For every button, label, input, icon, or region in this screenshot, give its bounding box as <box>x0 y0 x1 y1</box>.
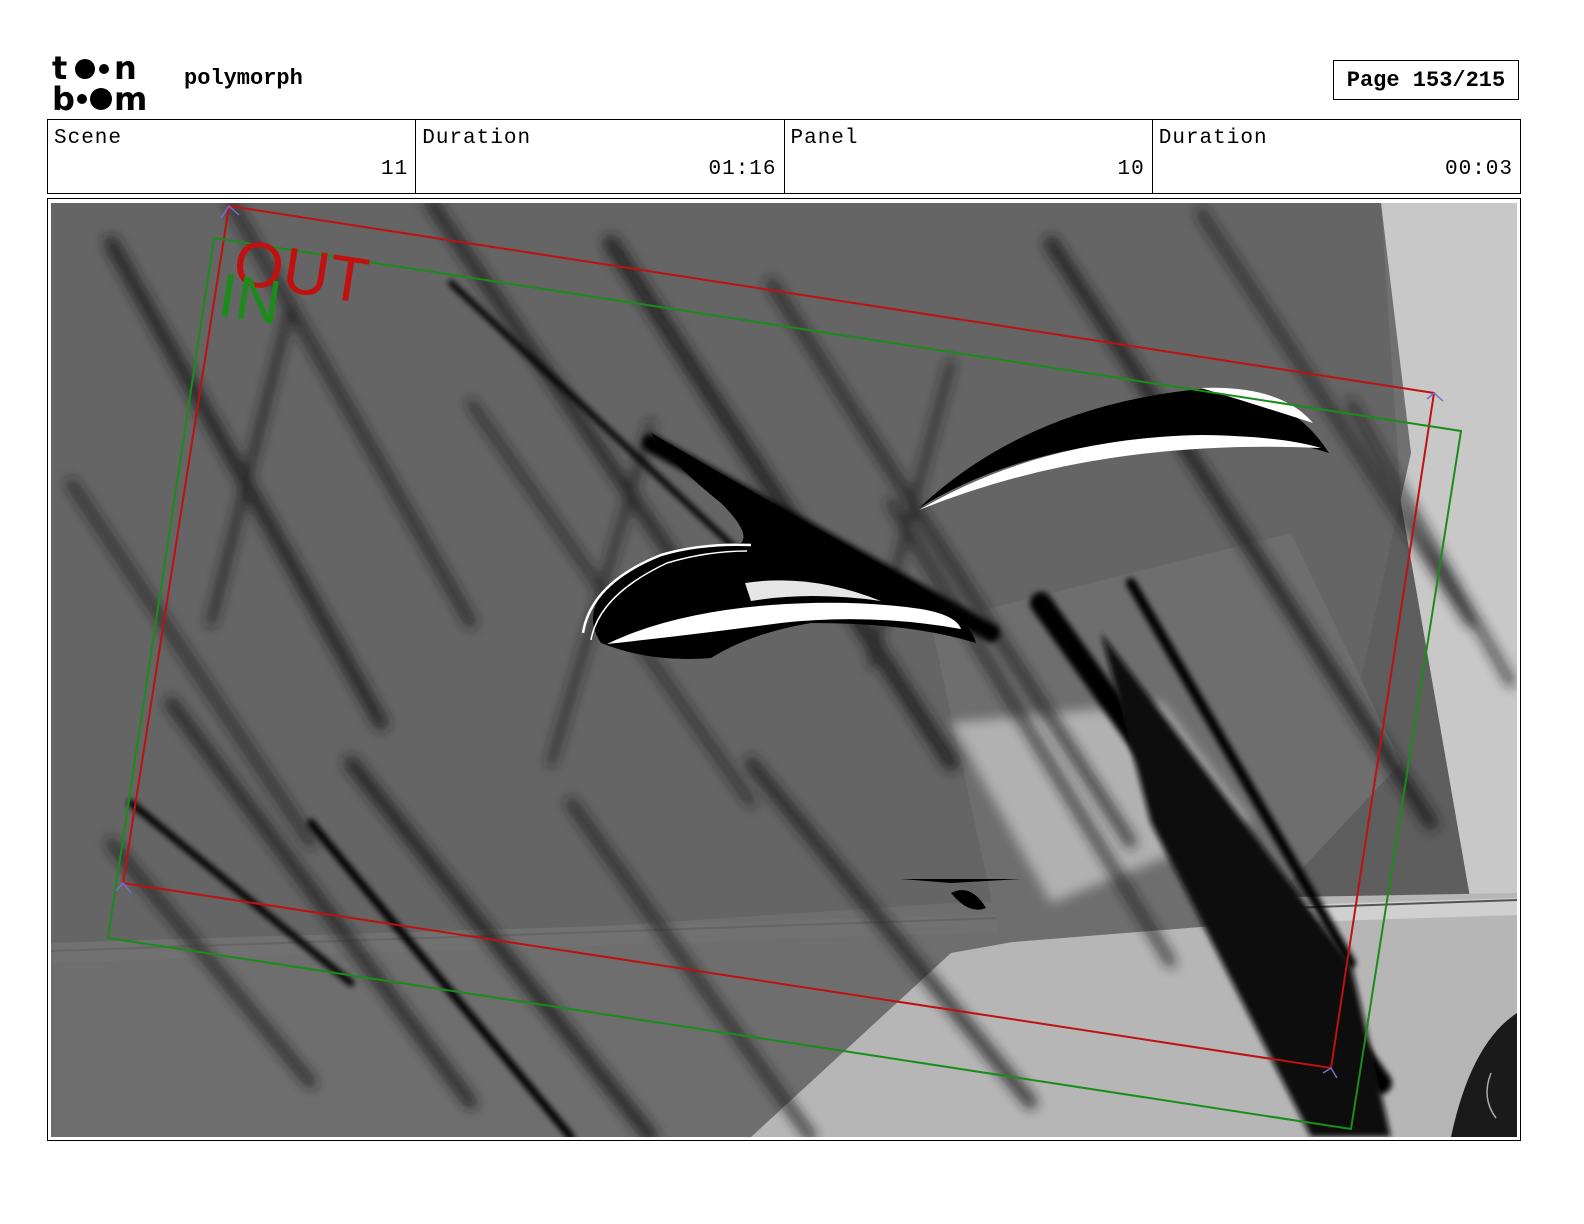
panel-duration-label: Duration <box>1158 127 1268 150</box>
project-title: polymorph <box>184 66 303 91</box>
page-number: Page 153/215 <box>1333 60 1519 100</box>
toon-boom-logo: t n b m <box>52 52 147 114</box>
scene-duration-cell: Duration 01:16 <box>416 120 785 193</box>
panel-label: Panel <box>790 127 859 150</box>
panel-duration-value: 00:03 <box>1444 158 1513 181</box>
panel-duration-cell: Duration 00:03 <box>1153 120 1520 193</box>
scene-duration-label: Duration <box>422 127 532 150</box>
panel-value: 10 <box>1117 158 1145 181</box>
scene-label: Scene <box>54 127 123 150</box>
scene-duration-value: 01:16 <box>708 158 777 181</box>
svg-text:b: b <box>52 80 75 114</box>
scene-value: 11 <box>381 158 409 181</box>
camera-in-label: IN <box>214 261 286 339</box>
panel-cell: Panel 10 <box>785 120 1153 193</box>
scene-info-table: Scene 11 Duration 01:16 Panel 10 Duratio… <box>47 119 1521 194</box>
storyboard-panel-image: OUT IN <box>51 203 1517 1137</box>
scene-cell: Scene 11 <box>48 120 417 193</box>
svg-text:m: m <box>114 80 147 114</box>
